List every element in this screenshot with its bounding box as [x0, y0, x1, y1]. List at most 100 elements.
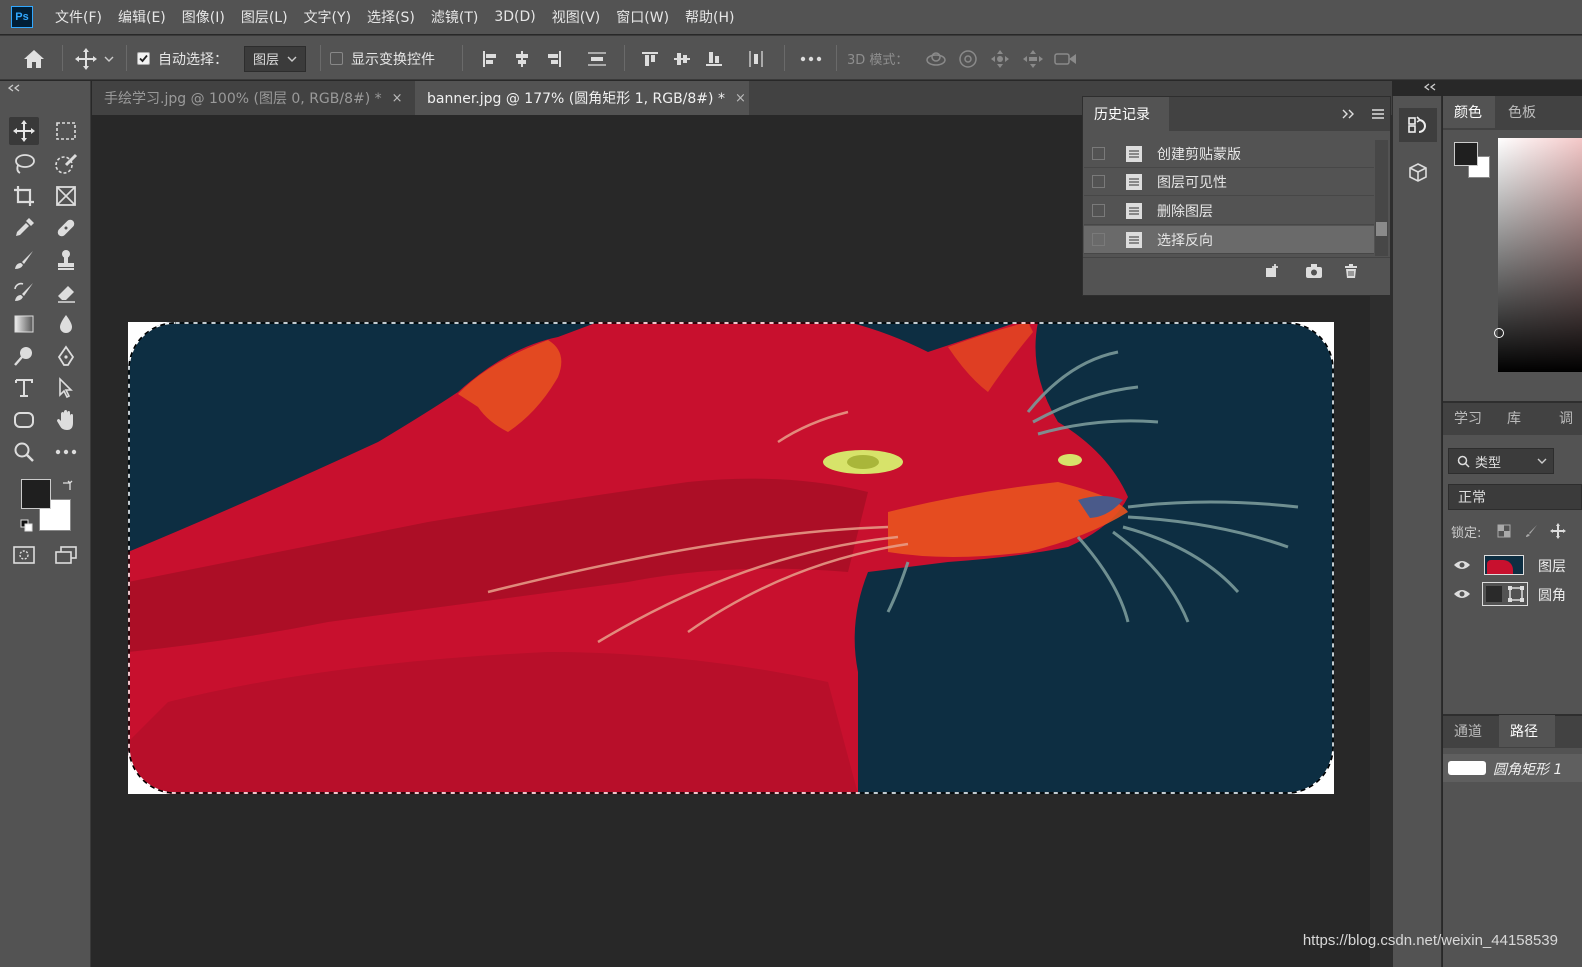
move-tool[interactable]: [9, 117, 39, 145]
history-dock-button[interactable]: [1399, 108, 1437, 142]
camera-icon[interactable]: [1305, 263, 1323, 279]
tab-channels[interactable]: 通道: [1443, 715, 1497, 747]
collapse-panel-icon[interactable]: [1341, 108, 1355, 120]
layer-row[interactable]: 图层: [1443, 551, 1582, 579]
more-options-button[interactable]: [800, 36, 822, 81]
align-left-button[interactable]: [480, 36, 500, 81]
swap-colors-icon[interactable]: [60, 479, 74, 493]
menu-image[interactable]: 图像(I): [174, 7, 233, 27]
align-top-button[interactable]: [640, 36, 660, 81]
history-item-selected[interactable]: 选择反向: [1084, 226, 1374, 254]
3d-dock-button[interactable]: [1399, 156, 1437, 190]
history-brush-tool[interactable]: [9, 278, 39, 306]
eye-icon[interactable]: [1453, 588, 1471, 600]
tab-document-2[interactable]: banner.jpg @ 177% (圆角矩形 1, RGB/8#) * ×: [415, 81, 749, 115]
marquee-tool[interactable]: [51, 117, 81, 145]
align-vcenter-button[interactable]: [672, 36, 692, 81]
zoom-tool[interactable]: [9, 438, 39, 466]
3d-camera-button[interactable]: [1054, 36, 1078, 81]
history-brush-source-checkbox[interactable]: [1092, 147, 1105, 160]
history-item[interactable]: 创建剪贴蒙版: [1084, 140, 1374, 168]
healing-brush-tool[interactable]: [51, 214, 81, 242]
auto-select-checkbox[interactable]: [137, 52, 150, 65]
menu-type[interactable]: 文字(Y): [296, 7, 359, 27]
menu-filter[interactable]: 滤镜(T): [423, 7, 486, 27]
shape-tool[interactable]: [9, 406, 39, 434]
blend-mode-dropdown[interactable]: 正常: [1448, 484, 1582, 510]
default-colors-icon[interactable]: [20, 519, 34, 533]
quick-selection-tool[interactable]: [51, 150, 81, 178]
tab-learn[interactable]: 学习: [1443, 402, 1489, 434]
panel-menu-icon[interactable]: [1371, 108, 1385, 120]
menu-3d[interactable]: 3D(D): [486, 9, 543, 25]
photoshop-logo[interactable]: Ps: [11, 6, 33, 28]
eye-icon[interactable]: [1453, 559, 1471, 571]
3d-slide-button[interactable]: [1022, 36, 1044, 81]
screen-mode-button[interactable]: [51, 541, 81, 569]
tab-color[interactable]: 颜色: [1443, 96, 1495, 128]
eraser-tool[interactable]: [51, 278, 81, 306]
menu-select[interactable]: 选择(S): [359, 7, 423, 27]
home-button[interactable]: [22, 36, 46, 81]
clone-stamp-tool[interactable]: [51, 246, 81, 274]
pen-tool[interactable]: [51, 342, 81, 370]
eyedropper-tool[interactable]: [9, 214, 39, 242]
new-document-from-state-icon[interactable]: [1263, 263, 1281, 279]
brush-tool[interactable]: [9, 246, 39, 274]
tab-document-1[interactable]: 手绘学习.jpg @ 100% (图层 0, RGB/8#) * ×: [92, 81, 414, 115]
align-bottom-button[interactable]: [704, 36, 724, 81]
layer-filter-dropdown[interactable]: 类型: [1448, 448, 1554, 474]
move-tool-preset[interactable]: [74, 36, 114, 81]
lasso-tool[interactable]: [9, 150, 39, 178]
align-hcenter-button[interactable]: [512, 36, 532, 81]
foreground-color-chip[interactable]: [1454, 142, 1478, 166]
canvas-image[interactable]: [128, 322, 1334, 794]
trash-icon[interactable]: [1343, 263, 1359, 279]
history-panel-title[interactable]: 历史记录: [1083, 97, 1169, 131]
history-item[interactable]: 图层可见性: [1084, 168, 1374, 196]
tab-adjustments[interactable]: 调: [1549, 402, 1582, 434]
menu-file[interactable]: 文件(F): [47, 7, 110, 27]
frame-tool[interactable]: [51, 182, 81, 210]
layer-row[interactable]: 圆角: [1443, 580, 1582, 608]
gradient-tool[interactable]: [9, 310, 39, 338]
color-picker-field[interactable]: [1494, 138, 1582, 372]
hand-tool[interactable]: [51, 406, 81, 434]
menu-window[interactable]: 窗口(W): [608, 7, 677, 27]
3d-orbit-button[interactable]: [925, 36, 947, 81]
dodge-tool[interactable]: [9, 342, 39, 370]
path-row[interactable]: 圆角矩形 1: [1443, 754, 1582, 782]
collapse-arrows-icon[interactable]: [1424, 83, 1436, 91]
menu-help[interactable]: 帮助(H): [677, 7, 742, 27]
path-selection-tool[interactable]: [51, 374, 81, 402]
crop-tool[interactable]: [9, 182, 39, 210]
align-right-button[interactable]: [544, 36, 564, 81]
close-icon[interactable]: ×: [392, 91, 403, 106]
close-icon[interactable]: ×: [735, 91, 746, 106]
3d-pan-button[interactable]: [990, 36, 1010, 81]
3d-roll-button[interactable]: [958, 36, 978, 81]
lock-image-pixels-icon[interactable]: [1525, 524, 1539, 538]
collapse-arrows-icon[interactable]: [8, 84, 20, 92]
edit-toolbar-button[interactable]: [51, 438, 81, 466]
quick-mask-button[interactable]: [9, 541, 39, 569]
tab-paths[interactable]: 路径: [1499, 715, 1555, 747]
tab-libraries[interactable]: 库: [1499, 402, 1539, 434]
distribute-vertical-button[interactable]: [586, 36, 608, 81]
history-brush-source-checkbox[interactable]: [1092, 175, 1105, 188]
blur-tool[interactable]: [51, 310, 81, 338]
distribute-horizontal-button[interactable]: [746, 36, 766, 81]
lock-position-icon[interactable]: [1550, 523, 1566, 539]
menu-layer[interactable]: 图层(L): [233, 7, 296, 27]
type-tool[interactable]: [9, 374, 39, 402]
show-transform-checkbox[interactable]: [330, 52, 343, 65]
menu-edit[interactable]: 编辑(E): [110, 7, 174, 27]
history-scrollbar[interactable]: [1375, 140, 1388, 256]
tab-swatches[interactable]: 色板: [1497, 96, 1549, 128]
menu-view[interactable]: 视图(V): [544, 7, 609, 27]
auto-select-target-dropdown[interactable]: 图层: [244, 45, 306, 72]
lock-transparent-pixels-icon[interactable]: [1497, 524, 1511, 538]
history-brush-source-checkbox[interactable]: [1092, 204, 1105, 217]
history-brush-source-checkbox[interactable]: [1092, 233, 1105, 246]
history-item[interactable]: 删除图层: [1084, 197, 1374, 225]
